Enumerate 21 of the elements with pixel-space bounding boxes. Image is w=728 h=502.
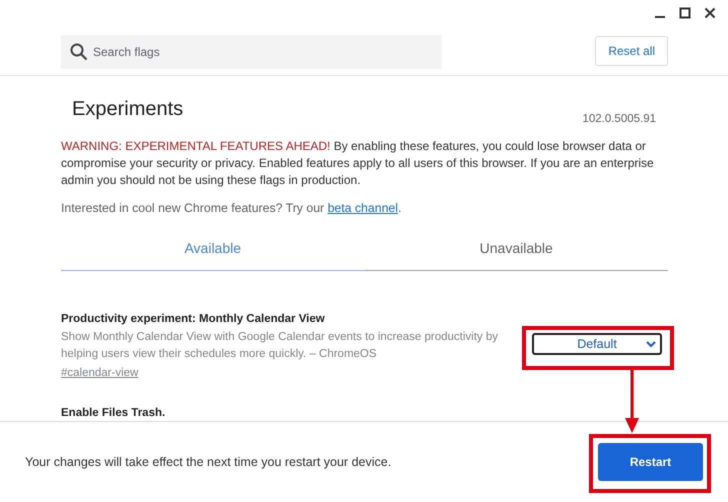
warning-text: WARNING: EXPERIMENTAL FEATURES AHEAD! By enabling these features, you could lose browser data or compromise your security or privacy. Enabled features apply to all users of this browser. If you are an enterprise admin you should not be using these flags in production. xyxy=(61,138,655,189)
restart-button[interactable]: Restart xyxy=(598,443,703,481)
reset-all-button[interactable]: Reset all xyxy=(595,36,668,66)
version-text: 102.0.5005.91 xyxy=(582,113,656,125)
promo-text: Interested in cool new Chrome features? Try our beta channel. xyxy=(61,201,402,215)
search-icon xyxy=(70,43,88,61)
flag-title: Enable Files Trash. xyxy=(61,407,166,419)
maximize-icon[interactable] xyxy=(679,7,691,19)
beta-channel-link[interactable]: beta channel xyxy=(328,201,398,215)
tab[interactable]: Available xyxy=(61,231,364,271)
chevron-icon xyxy=(646,341,656,348)
tab[interactable]: Unavailable xyxy=(364,231,668,271)
page-title: Experiments xyxy=(72,98,184,121)
flag-anchor-link[interactable]: #calendar-view xyxy=(61,367,138,379)
restart-message: Your changes will take effect the next time you restart your device. xyxy=(25,455,392,469)
close-icon[interactable] xyxy=(704,7,716,19)
flag-dropdown[interactable]: Default xyxy=(532,333,662,355)
search-field[interactable]: Search flags xyxy=(61,35,442,69)
flag-description: Show Monthly Calendar View with Google Calendar events to increase productivity by helping users view their schedules more quickly. – ChromeOS xyxy=(61,330,500,362)
flag-title: Productivity experiment: Monthly Calendar View xyxy=(61,313,326,325)
annotation-arrow xyxy=(624,368,640,434)
